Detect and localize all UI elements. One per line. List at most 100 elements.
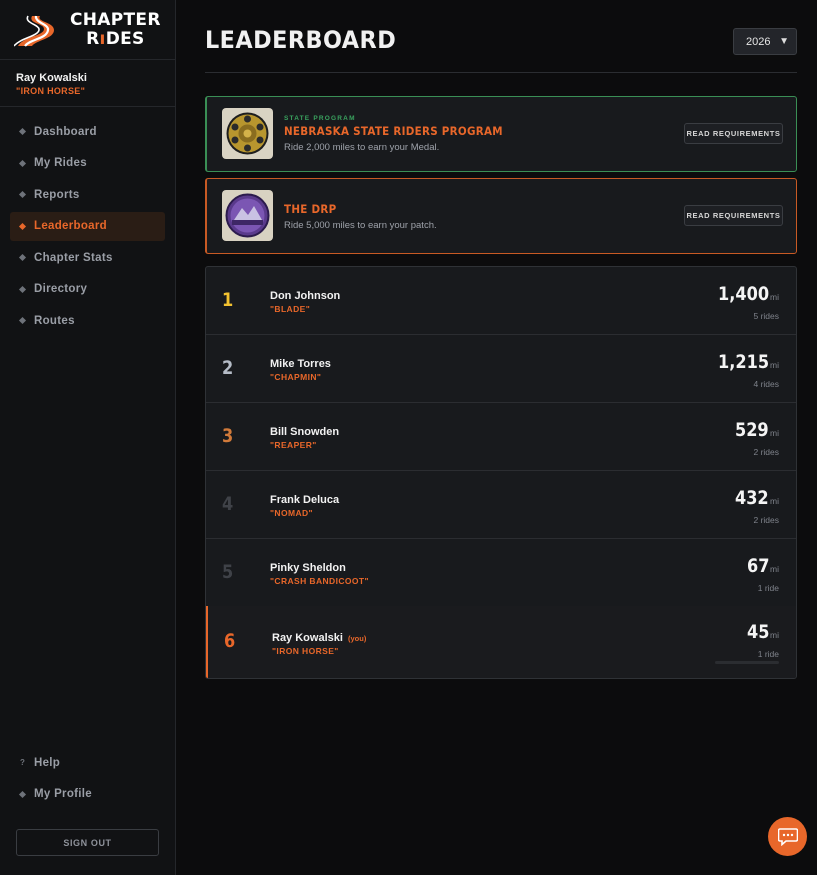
sidebar-item-label: Routes (34, 314, 75, 327)
bullet-icon (18, 127, 27, 136)
divider (205, 72, 797, 73)
rank-number: 3 (222, 425, 234, 447)
leaderboard-row[interactable]: 4 Frank Deluca "NOMAD" 432mi 2 rides (206, 471, 796, 539)
sidebar-item-directory[interactable]: Directory (10, 275, 165, 304)
chevron-down-icon: ▼ (779, 36, 789, 47)
miles-value: 1,215 (717, 351, 770, 373)
leaderboard-row-current-user[interactable]: 6 Ray Kowalski (you) "IRON HORSE" 45mi 1… (206, 606, 796, 678)
read-requirements-button[interactable]: READ REQUIREMENTS (684, 123, 783, 144)
miles-value: 45 (746, 621, 770, 643)
rider-nickname: "REAPER" (270, 440, 317, 450)
rider-nickname: "BLADE" (270, 304, 311, 314)
brand-letters-des: DES (105, 28, 145, 49)
leaderboard-row[interactable]: 5 Pinky Sheldon "CRASH BANDICOOT" 67mi 1… (206, 539, 796, 607)
road-logo-icon (14, 15, 54, 47)
ride-count: 2 rides (753, 515, 779, 525)
leaderboard-row[interactable]: 1 Don Johnson "BLADE" 1,400mi 5 rides (206, 267, 796, 335)
main-nav: Dashboard My Rides Reports Leaderboard C… (0, 107, 175, 335)
read-requirements-button[interactable]: READ REQUIREMENTS (684, 205, 783, 226)
leaderboard-row[interactable]: 2 Mike Torres "CHAPMIN" 1,215mi 4 rides (206, 335, 796, 403)
rider-miles: 529mi (729, 419, 779, 441)
brand-logo[interactable]: CHAPTER RıDES (0, 0, 175, 60)
leaderboard-table: 1 Don Johnson "BLADE" 1,400mi 5 rides 2 … (205, 266, 797, 679)
sidebar-item-help[interactable]: ? Help (10, 748, 165, 777)
rider-name: Pinky Sheldon (270, 562, 346, 574)
rider-nickname: "CHAPMIN" (270, 372, 322, 382)
rider-name: Bill Snowden (270, 426, 340, 438)
sidebar-item-label: My Profile (34, 788, 92, 800)
sidebar-item-my-rides[interactable]: My Rides (10, 149, 165, 178)
rank-number: 5 (222, 561, 234, 583)
leaderboard-row[interactable]: 3 Bill Snowden "REAPER" 529mi 2 rides (206, 403, 796, 471)
rider-miles: 45mi (743, 621, 779, 643)
miles-value: 67 (746, 555, 770, 577)
miles-unit: mi (770, 292, 779, 302)
bullet-icon (18, 316, 27, 325)
progress-bar (715, 661, 779, 664)
sidebar-item-label: Reports (34, 188, 80, 201)
rider-nickname: "NOMAD" (270, 508, 313, 518)
miles-unit: mi (770, 630, 779, 640)
brand-line-1: CHAPTER (70, 9, 161, 30)
sign-out-button[interactable]: SIGN OUT (16, 829, 159, 856)
user-nickname: "IRON HORSE" (16, 86, 86, 96)
miles-unit: mi (770, 564, 779, 574)
rider-name: Mike Torres (270, 358, 331, 370)
program-description: Ride 2,000 miles to earn your Medal. (284, 142, 440, 153)
sidebar-item-chapter-stats[interactable]: Chapter Stats (10, 243, 165, 272)
bullet-icon (18, 159, 27, 167)
brand-letter-r: R (86, 28, 100, 49)
chat-button[interactable] (768, 817, 807, 856)
miles-value: 529 (735, 419, 770, 441)
you-badge: (you) (347, 634, 367, 643)
sidebar-item-my-profile[interactable]: My Profile (10, 780, 165, 809)
miles-unit: mi (770, 428, 779, 438)
bullet-icon (18, 285, 27, 293)
rider-nickname: "IRON HORSE" (272, 646, 339, 656)
year-select[interactable]: 2026 ▼ (733, 28, 797, 55)
sidebar: CHAPTER RıDES Ray Kowalski "IRON HORSE" … (0, 0, 176, 875)
program-tag: STATE PROGRAM (284, 115, 356, 122)
sidebar-item-leaderboard[interactable]: Leaderboard (10, 211, 165, 241)
program-info: STATE PROGRAM NEBRASKA STATE RIDERS PROG… (284, 115, 527, 153)
sidebar-item-label: Chapter Stats (34, 251, 113, 264)
ride-count: 1 ride (757, 583, 779, 593)
bullet-icon (18, 790, 27, 798)
rank-number: 1 (222, 289, 234, 311)
rider-miles: 1,400mi (709, 283, 779, 305)
bottom-nav: ? Help My Profile (0, 748, 175, 811)
program-description: Ride 5,000 miles to earn your patch. (284, 220, 437, 231)
sidebar-item-label: My Rides (34, 157, 87, 169)
program-title: THE DRP (284, 202, 337, 216)
rank-number: 4 (222, 493, 234, 515)
rider-nickname: "CRASH BANDICOOT" (270, 576, 369, 586)
rider-name: Don Johnson (270, 290, 341, 302)
rider-name: Frank Deluca (270, 494, 340, 506)
medal-image (222, 108, 273, 159)
sidebar-item-reports[interactable]: Reports (10, 180, 165, 209)
miles-value: 432 (735, 487, 770, 509)
year-select-value: 2026 (746, 35, 771, 48)
brand-wordmark: CHAPTER RıDES (70, 9, 161, 49)
help-icon: ? (20, 758, 26, 767)
miles-value: 1,400 (717, 283, 770, 305)
program-title: NEBRASKA STATE RIDERS PROGRAM (284, 124, 503, 138)
rider-miles: 67mi (743, 555, 779, 577)
rider-name-text: Ray Kowalski (272, 632, 343, 644)
miles-unit: mi (770, 496, 779, 506)
ride-count: 2 rides (753, 447, 779, 457)
rider-name: Ray Kowalski (you) (272, 632, 366, 644)
user-name: Ray Kowalski (16, 72, 87, 84)
sidebar-item-label: Dashboard (34, 125, 97, 138)
ride-count: 5 rides (753, 311, 779, 321)
bullet-icon (18, 222, 27, 230)
sidebar-item-label: Help (34, 756, 61, 769)
program-card-drp: THE DRP Ride 5,000 miles to earn your pa… (205, 178, 797, 254)
rider-miles: 432mi (729, 487, 779, 509)
page-title: LEADERBOARD (205, 26, 397, 54)
patch-image (222, 190, 273, 241)
sidebar-item-routes[interactable]: Routes (10, 306, 165, 335)
ride-count: 4 rides (753, 379, 779, 389)
sidebar-item-dashboard[interactable]: Dashboard (10, 117, 165, 146)
rider-miles: 1,215mi (709, 351, 779, 373)
